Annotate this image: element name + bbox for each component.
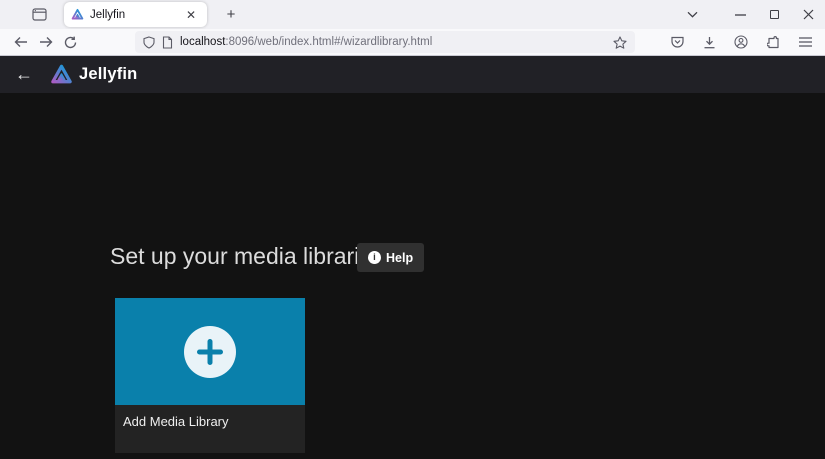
browser-nav-bar: localhost:8096/web/index.html#/wizardlib… [0,29,825,56]
tab-title: Jellyfin [90,9,176,21]
plus-circle [184,326,236,378]
url-domain: localhost [180,36,225,48]
jellyfin-app-header: ← Jellyfin [0,56,825,93]
help-button[interactable]: i Help [357,243,424,272]
url-bar[interactable]: localhost:8096/web/index.html#/wizardlib… [135,31,635,53]
page-info-icon[interactable] [162,36,173,49]
url-text[interactable]: localhost:8096/web/index.html#/wizardlib… [180,36,606,48]
browser-window: Jellyfin ✕ + [0,0,825,459]
downloads-icon[interactable] [697,31,721,53]
back-button[interactable] [8,31,33,53]
help-button-label: Help [386,251,413,265]
info-icon: i [368,251,381,264]
tab-list-chevron-down-icon[interactable] [679,4,705,26]
navbar-right-icons [665,31,817,53]
tab-favicon-jellyfin-icon [71,8,84,21]
window-maximize-button[interactable] [757,0,791,29]
bookmark-star-icon[interactable] [613,36,627,49]
browser-tab-bar: Jellyfin ✕ + [0,0,825,29]
wizard-content: Set up your media libraries i Help Add M… [0,93,825,459]
maximize-icon [770,10,779,19]
forward-button[interactable] [33,31,58,53]
window-minimize-button[interactable] [723,0,757,29]
new-tab-button[interactable]: + [219,3,243,27]
window-controls [723,0,825,29]
add-media-library-card[interactable]: Add Media Library [115,298,305,453]
extensions-icon[interactable] [761,31,785,53]
jellyfin-logo-icon [50,63,73,86]
app-back-arrow-icon[interactable]: ← [11,62,37,88]
plus-icon [195,337,225,367]
firefox-view-icon[interactable] [26,4,52,26]
browser-tab[interactable]: Jellyfin ✕ [64,2,207,27]
page-title: Set up your media libraries [110,243,384,270]
app-title: Jellyfin [79,65,137,84]
tracking-shield-icon[interactable] [143,36,155,49]
window-close-button[interactable] [791,0,825,29]
menu-icon[interactable] [793,31,817,53]
card-image-area [115,298,305,405]
card-label: Add Media Library [115,405,305,438]
url-path: :8096/web/index.html#/wizardlibrary.html [225,36,432,48]
pocket-icon[interactable] [665,31,689,53]
tab-close-icon[interactable]: ✕ [182,6,200,24]
account-icon[interactable] [729,31,753,53]
reload-button[interactable] [58,31,83,53]
